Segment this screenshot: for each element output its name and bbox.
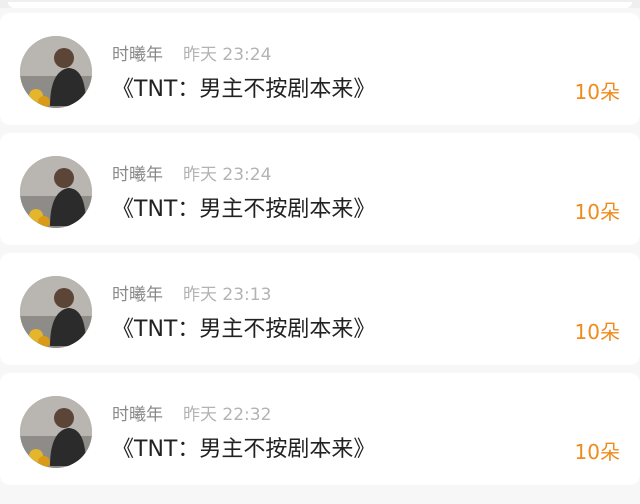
user-avatar[interactable] — [20, 156, 92, 228]
list-item[interactable]: 时曦年 昨天 23:24 《TNT：男主不按剧本来》 10朵 — [0, 13, 640, 125]
avatar-photo-icon — [20, 156, 92, 228]
meta-row: 时曦年 昨天 23:24 — [112, 43, 271, 67]
user-avatar[interactable] — [20, 396, 92, 468]
timestamp: 昨天 23:24 — [183, 165, 272, 185]
meta-row: 时曦年 昨天 23:24 — [112, 163, 271, 187]
username[interactable]: 时曦年 — [112, 165, 163, 185]
book-title[interactable]: 《TNT：男主不按剧本来》 — [112, 435, 375, 465]
avatar-photo-icon — [20, 276, 92, 348]
timestamp: 昨天 23:24 — [183, 45, 272, 65]
username[interactable]: 时曦年 — [112, 405, 163, 425]
avatar-photo-icon — [20, 36, 92, 108]
book-title[interactable]: 《TNT：男主不按剧本来》 — [112, 195, 375, 225]
gift-record-list: 时曦年 昨天 23:24 《TNT：男主不按剧本来》 10朵 时曦年 昨天 23:2… — [0, 0, 640, 504]
list-item[interactable]: 时曦年 昨天 23:13 《TNT：男主不按剧本来》 10朵 — [0, 253, 640, 365]
list-item[interactable]: 时曦年 昨天 23:24 《TNT：男主不按剧本来》 10朵 — [0, 133, 640, 245]
meta-row: 时曦年 昨天 22:32 — [112, 403, 271, 427]
user-avatar[interactable] — [20, 276, 92, 348]
avatar-photo-icon — [20, 396, 92, 468]
username[interactable]: 时曦年 — [112, 45, 163, 65]
flower-count: 10朵 — [574, 80, 620, 104]
user-avatar[interactable] — [20, 36, 92, 108]
previous-card-edge — [0, 0, 640, 8]
list-item[interactable]: 时曦年 昨天 22:32 《TNT：男主不按剧本来》 10朵 — [0, 373, 640, 485]
timestamp: 昨天 23:13 — [183, 285, 272, 305]
meta-row: 时曦年 昨天 23:13 — [112, 283, 271, 307]
flower-count: 10朵 — [574, 200, 620, 224]
flower-count: 10朵 — [574, 320, 620, 344]
timestamp: 昨天 22:32 — [183, 405, 272, 425]
book-title[interactable]: 《TNT：男主不按剧本来》 — [112, 75, 375, 105]
book-title[interactable]: 《TNT：男主不按剧本来》 — [112, 315, 375, 345]
flower-count: 10朵 — [574, 440, 620, 464]
username[interactable]: 时曦年 — [112, 285, 163, 305]
